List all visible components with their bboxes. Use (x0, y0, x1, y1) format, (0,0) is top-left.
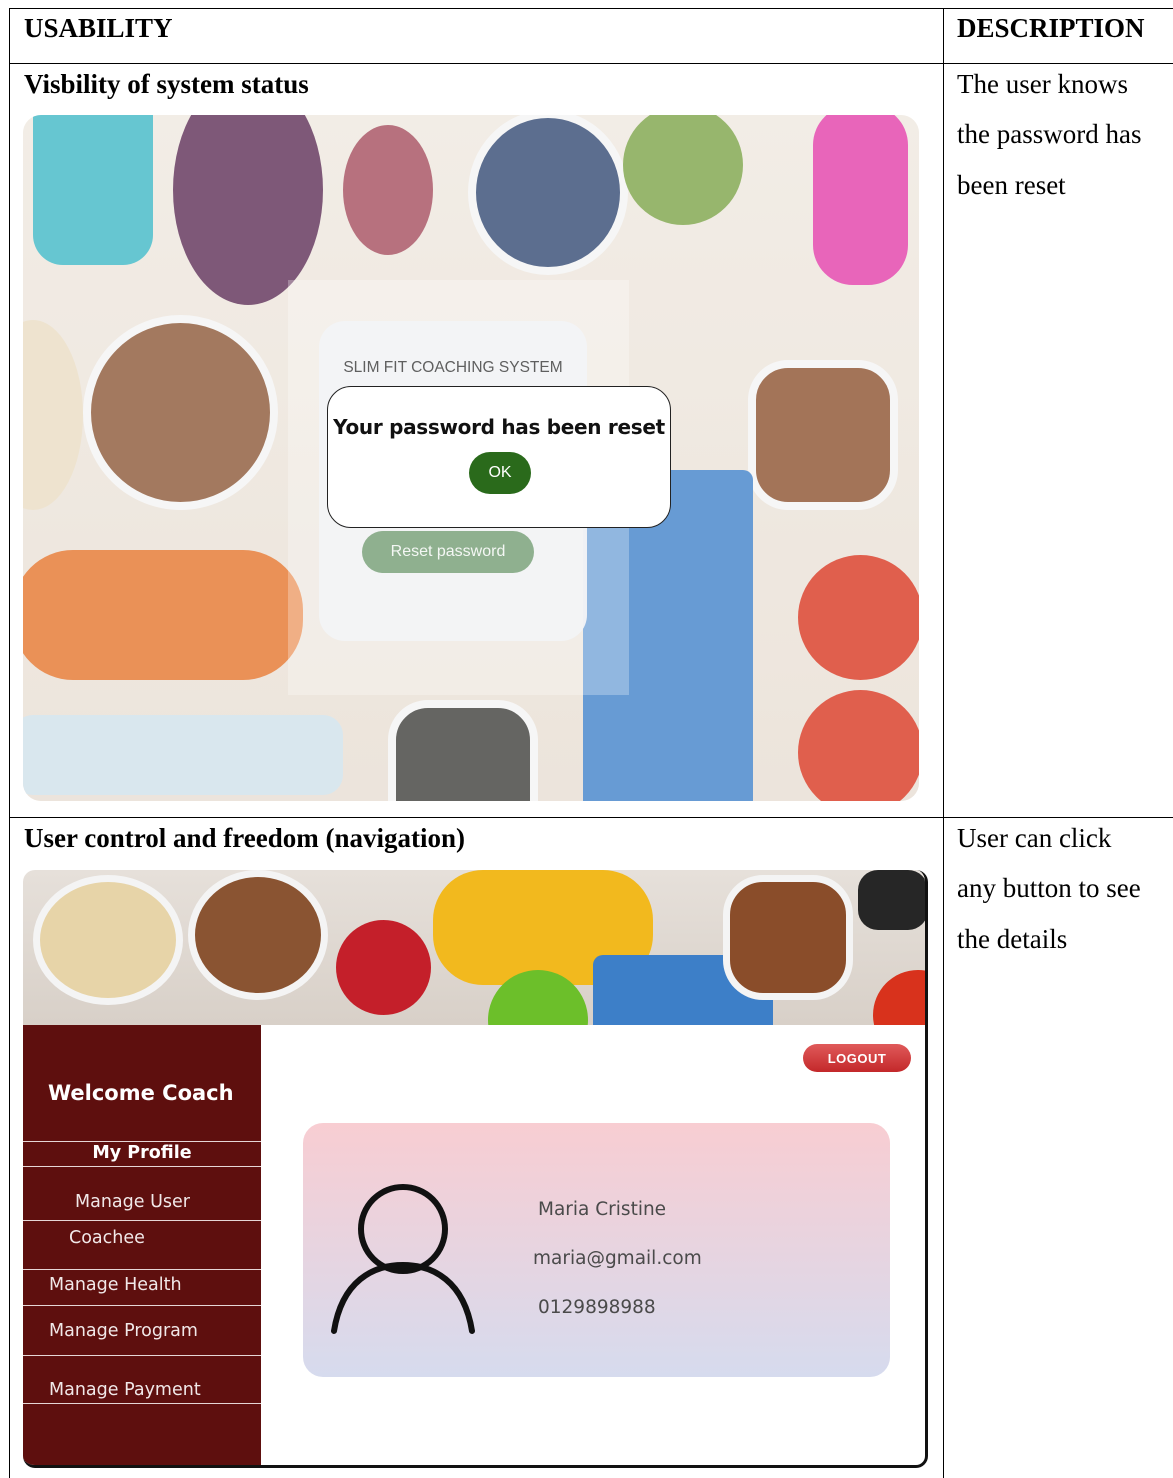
logout-button[interactable]: LOGOUT (803, 1044, 911, 1072)
ok-button[interactable]: OK (469, 452, 531, 494)
almonds-bowl-illustration (723, 875, 853, 1000)
tomato-illustration (873, 970, 925, 1025)
coach-dashboard-screenshot: Welcome Coach My Profile Manage User Coa… (23, 870, 928, 1468)
row-1-heading: Visbility of system status (24, 69, 309, 99)
nav-divider (23, 1403, 261, 1404)
sidebar: Welcome Coach My Profile Manage User Coa… (23, 1025, 261, 1465)
sidebar-item-my-profile[interactable]: My Profile (23, 1143, 261, 1163)
reset-password-screenshot: SLIM FIT COACHING SYSTEM Reset password … (23, 115, 919, 801)
nav-divider (23, 1305, 261, 1306)
row-2-description-line-1: User can click (957, 823, 1112, 853)
profile-card: Maria Cristine maria@gmail.com 012989898… (303, 1123, 890, 1377)
row-2-description-line-2: any button to see (957, 873, 1141, 903)
row-2-heading: User control and freedom (navigation) (24, 823, 465, 853)
system-title: SLIM FIT COACHING SYSTEM (343, 359, 563, 376)
row-2-description-line-3: the details (957, 924, 1068, 954)
header-usability: USABILITY (24, 13, 173, 43)
sidebar-item-manage-health[interactable]: Manage Health (49, 1275, 259, 1295)
dumbbell-illustration (858, 870, 925, 930)
profile-email: maria@gmail.com (533, 1248, 702, 1269)
row-1-description-line-1: The user knows (957, 69, 1128, 99)
oats-bowl-illustration (33, 875, 183, 1005)
dialog-message: Your password has been reset (333, 415, 665, 439)
nav-divider (23, 1355, 261, 1356)
reset-password-button[interactable]: Reset password (362, 531, 534, 573)
nav-divider (23, 1220, 261, 1221)
nav-divider (23, 1166, 261, 1167)
sidebar-item-coachee[interactable]: Coachee (69, 1228, 249, 1248)
profile-name: Maria Cristine (538, 1199, 667, 1220)
table-column-divider (943, 8, 944, 1478)
welcome-heading: Welcome Coach (48, 1081, 234, 1105)
password-reset-dialog: Your password has been reset OK (327, 386, 671, 528)
nav-divider (23, 1141, 261, 1142)
apple-illustration (336, 920, 431, 1015)
sidebar-item-manage-program[interactable]: Manage Program (49, 1321, 259, 1341)
header-description: DESCRIPTION (957, 13, 1145, 43)
nav-divider (23, 1269, 261, 1270)
profile-phone: 0129898988 (538, 1297, 656, 1318)
header-banner (23, 870, 925, 1025)
row-1-description-line-3: been reset (957, 170, 1066, 200)
sidebar-item-manage-user[interactable]: Manage User (75, 1192, 255, 1212)
beans-bowl-illustration (188, 870, 328, 1000)
row-1-description-line-2: the password has (957, 119, 1142, 149)
table-border-top (9, 8, 1173, 9)
sidebar-item-manage-payment[interactable]: Manage Payment (49, 1380, 259, 1400)
table-border-left (9, 8, 10, 1478)
user-avatar-icon (331, 1184, 475, 1334)
